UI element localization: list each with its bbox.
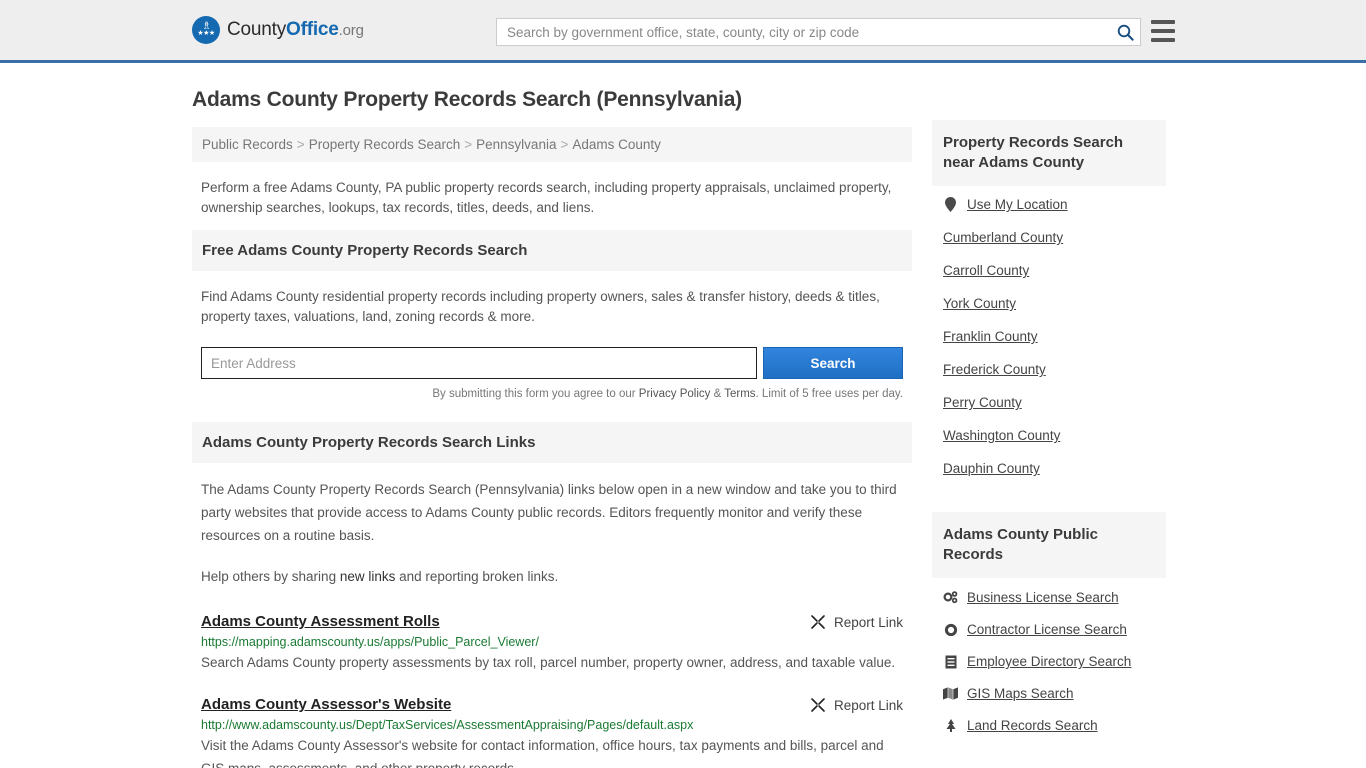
sidebar-item-label[interactable]: Land Records Search bbox=[967, 718, 1098, 733]
links-section-paragraph: The Adams County Property Records Search… bbox=[201, 482, 897, 543]
sidebar-item-label[interactable]: Business License Search bbox=[967, 590, 1119, 605]
new-links-link[interactable]: new links bbox=[340, 569, 396, 584]
breadcrumb: Public Records > Property Records Search > P… bbox=[192, 127, 912, 162]
form-disclaimer: By submitting this form you agree to our… bbox=[201, 388, 903, 400]
result-description: Search Adams County property assessments… bbox=[201, 655, 896, 670]
site-logo[interactable]: ♗ ★★★ CountyOffice.org bbox=[192, 16, 364, 44]
eagle-seal-icon: ♗ ★★★ bbox=[192, 16, 220, 44]
page-title: Adams County Property Records Search (Pe… bbox=[192, 88, 742, 111]
sidebar-item-employee-directory-search[interactable]: Employee Directory Search bbox=[943, 642, 1155, 674]
logo-text-part2: Office bbox=[286, 19, 339, 40]
sidebar-nearby-list: Use My Location Cumberland County Carrol… bbox=[932, 186, 1166, 483]
sidebar-public-records-heading: Adams County Public Records bbox=[932, 512, 1166, 578]
search-input[interactable] bbox=[497, 19, 1110, 45]
sidebar-item-label[interactable]: Contractor License Search bbox=[967, 622, 1127, 637]
sidebar-item-label[interactable]: Washington County bbox=[943, 428, 1060, 443]
breadcrumb-item-2[interactable]: Pennsylvania bbox=[476, 137, 556, 152]
address-input[interactable] bbox=[201, 347, 757, 379]
sidebar-item-label[interactable]: GIS Maps Search bbox=[967, 686, 1074, 701]
sidebar-item-label[interactable]: Cumberland County bbox=[943, 230, 1063, 245]
sidebar-item-land-records-search[interactable]: Land Records Search bbox=[943, 706, 1155, 738]
search-button[interactable]: Search bbox=[763, 347, 903, 379]
help-prefix: Help others by sharing bbox=[201, 569, 340, 584]
cog-icon bbox=[943, 623, 958, 637]
disclaimer-suffix: . Limit of 5 free uses per day. bbox=[755, 388, 903, 400]
unlink-icon bbox=[811, 615, 825, 629]
sidebar-item-dauphin-county[interactable]: Dauphin County bbox=[943, 450, 1155, 483]
result-title-link[interactable]: Adams County Assessor's Website bbox=[201, 696, 451, 713]
logo-text: CountyOffice.org bbox=[227, 19, 364, 41]
sidebar-item-use-my-location[interactable]: Use My Location bbox=[943, 186, 1155, 219]
site-header: ♗ ★★★ CountyOffice.org bbox=[0, 0, 1366, 63]
sidebar-item-cumberland-county[interactable]: Cumberland County bbox=[943, 219, 1155, 252]
breadcrumb-item-1[interactable]: Property Records Search bbox=[309, 137, 461, 152]
breadcrumb-item-3[interactable]: Adams County bbox=[572, 137, 661, 152]
sidebar-item-york-county[interactable]: York County bbox=[943, 285, 1155, 318]
breadcrumb-separator: > bbox=[296, 137, 305, 152]
result-description: Visit the Adams County Assessor's websit… bbox=[201, 738, 884, 768]
map-pin-icon bbox=[943, 197, 958, 212]
logo-text-part3: .org bbox=[338, 22, 364, 39]
links-section-heading: Adams County Property Records Search Lin… bbox=[192, 422, 912, 463]
result-item: Adams County Assessment Rolls Report Lin… bbox=[192, 613, 912, 674]
sidebar-item-label[interactable]: Frederick County bbox=[943, 362, 1046, 377]
sidebar-item-label[interactable]: Perry County bbox=[943, 395, 1022, 410]
address-search-form: Search bbox=[201, 347, 903, 379]
breadcrumb-separator: > bbox=[464, 137, 473, 152]
free-search-heading: Free Adams County Property Records Searc… bbox=[192, 230, 912, 271]
cogs-icon bbox=[943, 591, 958, 604]
free-search-description: Find Adams County residential property r… bbox=[201, 289, 880, 324]
sidebar-item-frederick-county[interactable]: Frederick County bbox=[943, 351, 1155, 384]
search-icon[interactable] bbox=[1110, 19, 1140, 45]
privacy-policy-link[interactable]: Privacy Policy bbox=[639, 388, 711, 400]
report-link-label: Report Link bbox=[833, 697, 903, 713]
sidebar-item-washington-county[interactable]: Washington County bbox=[943, 417, 1155, 450]
report-link-button[interactable]: Report Link bbox=[810, 696, 903, 713]
result-title-link[interactable]: Adams County Assessment Rolls bbox=[201, 613, 440, 630]
breadcrumb-separator: > bbox=[560, 137, 569, 152]
sidebar-item-label[interactable]: Carroll County bbox=[943, 263, 1029, 278]
sidebar-public-records-block: Adams County Public Records Business Lic… bbox=[932, 512, 1166, 738]
result-header: Adams County Assessment Rolls Report Lin… bbox=[201, 613, 903, 630]
sidebar-item-label[interactable]: Dauphin County bbox=[943, 461, 1040, 476]
hamburger-menu-icon[interactable] bbox=[1151, 20, 1175, 42]
sidebar-item-gis-maps-search[interactable]: GIS Maps Search bbox=[943, 674, 1155, 706]
disclaimer-prefix: By submitting this form you agree to our bbox=[432, 388, 639, 400]
disclaimer-amp: & bbox=[710, 388, 725, 400]
intro-paragraph: Perform a free Adams County, PA public p… bbox=[201, 180, 892, 215]
logo-text-part1: County bbox=[227, 19, 287, 40]
land-icon bbox=[943, 718, 958, 733]
sidebar-item-business-license-search[interactable]: Business License Search bbox=[943, 578, 1155, 610]
help-suffix: and reporting broken links. bbox=[395, 569, 559, 584]
main-column: Adams County Property Records Search (Pe… bbox=[192, 63, 912, 768]
global-search-bar[interactable] bbox=[496, 18, 1141, 46]
terms-link[interactable]: Terms bbox=[724, 388, 755, 400]
report-link-label: Report Link bbox=[833, 614, 903, 630]
help-share-text: Help others by sharing new links and rep… bbox=[192, 553, 912, 593]
unlink-icon bbox=[811, 698, 825, 712]
sidebar-item-label[interactable]: Employee Directory Search bbox=[967, 654, 1131, 669]
sidebar-item-carroll-county[interactable]: Carroll County bbox=[943, 252, 1155, 285]
sidebar-item-contractor-license-search[interactable]: Contractor License Search bbox=[943, 610, 1155, 642]
breadcrumb-item-0[interactable]: Public Records bbox=[202, 137, 293, 152]
page-container: Adams County Property Records Search (Pe… bbox=[0, 63, 1366, 768]
map-icon bbox=[943, 687, 958, 700]
result-header: Adams County Assessor's Website Report L… bbox=[201, 696, 903, 713]
sidebar-nearby-heading: Property Records Search near Adams Count… bbox=[932, 120, 1166, 186]
sidebar-item-franklin-county[interactable]: Franklin County bbox=[943, 318, 1155, 351]
sidebar-item-label[interactable]: York County bbox=[943, 296, 1016, 311]
sidebar-public-records-list: Business License Search Contractor Licen… bbox=[932, 578, 1166, 738]
result-url: https://mapping.adamscounty.us/apps/Publ… bbox=[201, 635, 539, 649]
sidebar: Property Records Search near Adams Count… bbox=[932, 63, 1166, 738]
result-item: Adams County Assessor's Website Report L… bbox=[192, 696, 912, 768]
sidebar-item-label[interactable]: Use My Location bbox=[967, 197, 1068, 212]
sidebar-item-label[interactable]: Franklin County bbox=[943, 329, 1038, 344]
id-card-icon bbox=[943, 655, 958, 669]
sidebar-item-perry-county[interactable]: Perry County bbox=[943, 384, 1155, 417]
result-url: http://www.adamscounty.us/Dept/TaxServic… bbox=[201, 718, 694, 732]
report-link-button[interactable]: Report Link bbox=[810, 613, 903, 630]
